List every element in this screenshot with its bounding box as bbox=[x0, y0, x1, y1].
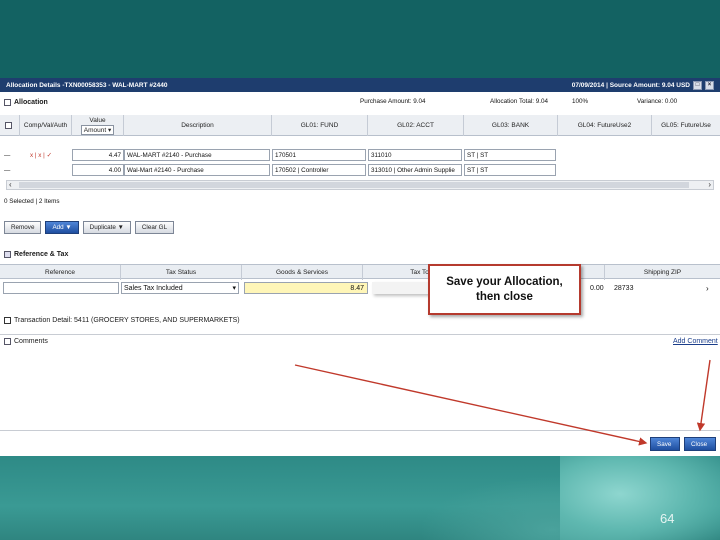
reference-tax-section-header: Reference & Tax bbox=[0, 248, 720, 261]
transaction-detail-toggle[interactable] bbox=[4, 317, 11, 324]
reference-field[interactable] bbox=[3, 282, 119, 294]
gl01-field[interactable]: 170502 | Controller bbox=[272, 164, 366, 176]
close-button[interactable]: Close bbox=[684, 437, 716, 451]
table-row[interactable]: — 4.00 Wal-Mart #2140 - Purchase 170502 … bbox=[0, 163, 720, 177]
comments-section: Comments bbox=[0, 334, 720, 347]
table-row[interactable]: — x | x | ✓ 4.47 WAL-MART #2140 - Purcha… bbox=[0, 148, 720, 162]
tax-status-value: Sales Tax Included bbox=[124, 284, 183, 292]
col-reference: Reference bbox=[0, 265, 121, 280]
add-button[interactable]: Add ▼ bbox=[45, 221, 79, 234]
gl01-field[interactable]: 170501 bbox=[272, 149, 366, 161]
col-goods-services: Goods & Services bbox=[242, 265, 363, 280]
allocation-details-window: Allocation Details -TXN00058353 - WAL-MA… bbox=[0, 78, 720, 456]
allocation-total: Allocation Total: 9.04 bbox=[490, 98, 548, 105]
purchase-amount: Purchase Amount: 9.04 bbox=[360, 98, 426, 105]
variance: Variance: 0.00 bbox=[637, 98, 678, 105]
scroll-right-icon[interactable]: › bbox=[706, 282, 709, 294]
gl02-field[interactable]: 313010 | Other Admin Supplie bbox=[368, 164, 462, 176]
reference-tax-label: Reference & Tax bbox=[14, 251, 69, 258]
use-tax-value: 0.00 bbox=[590, 284, 604, 292]
reference-tax-collapse-toggle[interactable] bbox=[4, 251, 11, 258]
allocation-percent: 100% bbox=[572, 98, 589, 105]
duplicate-button[interactable]: Duplicate ▼ bbox=[82, 221, 131, 234]
col-comp-val-auth: Comp/Val/Auth bbox=[20, 115, 72, 136]
allocation-amounts: Purchase Amount: 9.04 Allocation Total: … bbox=[360, 98, 720, 105]
callout-line-1: Save your Allocation, bbox=[446, 275, 563, 288]
clear-gl-button[interactable]: Clear GL bbox=[134, 221, 175, 234]
allocation-grid-header: Comp/Val/Auth Value Amount ▾ Description… bbox=[0, 115, 720, 136]
col-description: Description bbox=[124, 115, 272, 136]
tax-status-select[interactable]: Sales Tax Included ▾ bbox=[121, 282, 239, 294]
amount-field[interactable]: 4.47 bbox=[72, 149, 124, 161]
col-gl04: GL04: FutureUse2 bbox=[558, 115, 652, 136]
reference-tax-header: Reference Tax Status Goods & Services Ta… bbox=[0, 264, 720, 280]
scroll-right-icon[interactable]: › bbox=[708, 180, 711, 189]
window-title: Allocation Details -TXN00058353 - WAL-MA… bbox=[6, 81, 168, 89]
row-expand-handle[interactable]: — bbox=[4, 149, 10, 161]
transaction-detail-section: Transaction Detail: 5411 (GROCERY STORES… bbox=[0, 314, 720, 327]
close-icon[interactable]: × bbox=[705, 80, 714, 90]
amount-select-value: Amount bbox=[83, 126, 107, 134]
slide-header-band bbox=[0, 0, 720, 78]
scrollbar-thumb[interactable] bbox=[19, 182, 689, 188]
chevron-down-icon[interactable]: ▾ bbox=[232, 284, 236, 292]
callout-line-2: then close bbox=[476, 290, 533, 303]
col-shipping-zip: Shipping ZIP bbox=[643, 269, 682, 276]
description-field[interactable]: Wal-Mart #2140 - Purchase bbox=[124, 164, 270, 176]
col-tax-status: Tax Status bbox=[121, 265, 242, 280]
transaction-detail-label: Transaction Detail: 5411 (GROCERY STORES… bbox=[14, 317, 240, 324]
col-gl01: GL01: FUND bbox=[272, 115, 368, 136]
window-title-bar: Allocation Details -TXN00058353 - WAL-MA… bbox=[0, 78, 720, 92]
wave-decoration bbox=[560, 456, 720, 540]
selection-info: 0 Selected | 2 Items bbox=[4, 197, 60, 205]
select-all-checkbox[interactable] bbox=[4, 122, 12, 129]
dialog-footer bbox=[0, 430, 720, 456]
gl03-field[interactable]: ST | ST bbox=[464, 149, 556, 161]
col-value: Value bbox=[89, 116, 106, 124]
shipping-zip-value: 28733 bbox=[614, 284, 634, 292]
maximize-icon[interactable]: □ bbox=[693, 80, 702, 90]
amount-select[interactable]: Amount ▾ bbox=[80, 124, 115, 135]
add-comment-link[interactable]: Add Comment bbox=[673, 335, 718, 347]
slide-footer-band bbox=[0, 456, 720, 540]
goods-services-field[interactable]: 8.47 bbox=[244, 282, 368, 294]
grid-action-buttons: Remove Add ▼ Duplicate ▼ Clear GL bbox=[4, 221, 175, 234]
slide-number: 64 bbox=[660, 511, 675, 526]
remove-button[interactable]: Remove bbox=[4, 221, 42, 234]
instruction-callout: Save your Allocation, then close bbox=[428, 264, 581, 315]
comments-toggle[interactable] bbox=[4, 337, 11, 345]
description-field[interactable]: WAL-MART #2140 - Purchase bbox=[124, 149, 270, 161]
gl03-field[interactable]: ST | ST bbox=[464, 164, 556, 176]
scroll-left-icon[interactable]: ‹ bbox=[9, 180, 12, 189]
row-expand-handle[interactable]: — bbox=[4, 164, 10, 176]
horizontal-scrollbar[interactable]: ‹ › bbox=[6, 180, 714, 190]
col-gl03: GL03: BANK bbox=[464, 115, 558, 136]
amount-field[interactable]: 4.00 bbox=[72, 164, 124, 176]
row-status: x | x | ✓ bbox=[30, 151, 52, 159]
allocation-collapse-toggle[interactable] bbox=[4, 99, 11, 106]
window-source-amount: 07/09/2014 | Source Amount: 9.04 USD bbox=[571, 81, 690, 89]
reference-tax-row: Sales Tax Included ▾ 8.47 0.00 28733 › bbox=[0, 281, 720, 295]
save-button[interactable]: Save bbox=[650, 437, 680, 451]
gl02-field[interactable]: 311010 bbox=[368, 149, 462, 161]
col-gl02: GL02: ACCT bbox=[368, 115, 464, 136]
col-gl05: GL05: FutureUse bbox=[661, 122, 711, 129]
allocation-label: Allocation bbox=[14, 99, 48, 106]
comments-label: Comments bbox=[14, 337, 48, 345]
